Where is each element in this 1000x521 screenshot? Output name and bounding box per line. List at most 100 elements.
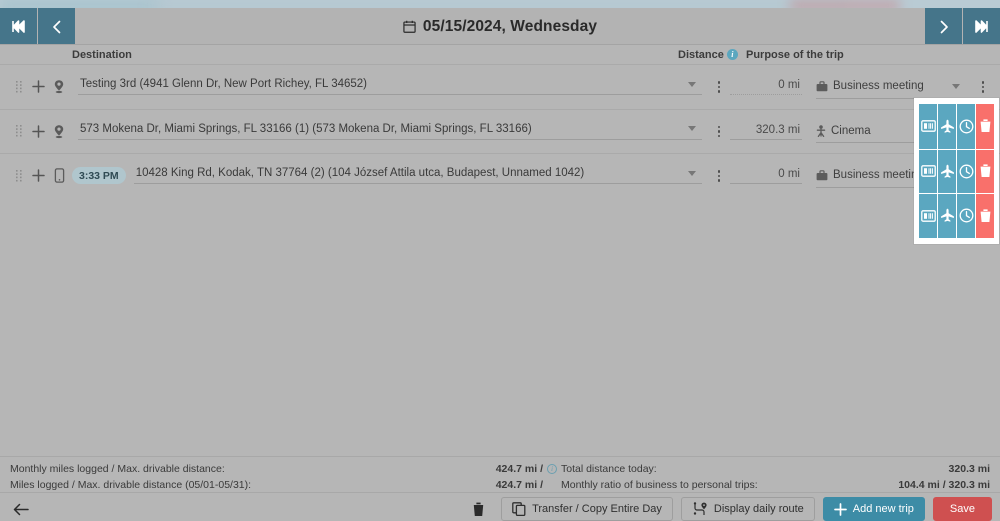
destination-field-wrapper: [78, 119, 702, 143]
location-pin-icon[interactable]: [48, 124, 70, 139]
distance-info-icon[interactable]: i: [726, 49, 738, 60]
last-day-icon: [974, 20, 989, 33]
destination-input[interactable]: [78, 122, 702, 140]
business-ratio-label: Monthly ratio of business to personal tr…: [561, 478, 758, 491]
drag-handle-icon[interactable]: [12, 80, 26, 94]
distance-cell: [730, 120, 802, 142]
purpose-dropdown-caret-icon[interactable]: [952, 83, 960, 89]
previous-day-button[interactable]: [38, 8, 75, 45]
table-row: 3:33 PM Business meeting: [0, 153, 1000, 198]
add-row-button[interactable]: [28, 169, 48, 182]
summary-info-glyph: i: [547, 463, 557, 474]
trip-log-dialog: 05/15/2024, Wednesday Destination Distan…: [0, 8, 1000, 521]
copy-icon: [512, 502, 526, 516]
monthly-miles-value: 424.7 mi /: [495, 462, 543, 475]
briefcase-icon: [816, 169, 828, 181]
receipt-card-icon[interactable]: [919, 149, 938, 193]
add-row-button[interactable]: [28, 80, 48, 93]
plus-icon: [833, 502, 847, 516]
destination-field-wrapper: [133, 164, 702, 188]
distance-input[interactable]: [730, 78, 802, 96]
total-distance-value: 320.3 mi: [948, 462, 990, 475]
column-header-row: Destination Distance i Purpose of the tri…: [0, 45, 1000, 64]
chevron-right-icon: [938, 20, 950, 34]
transfer-copy-day-label: Transfer / Copy Entire Day: [532, 503, 662, 515]
destination-field-wrapper: [78, 75, 702, 99]
business-ratio-value: 104.4 mi / 320.3 mi: [898, 478, 990, 491]
first-day-icon: [11, 20, 26, 33]
period-miles-value: 424.7 mi /: [495, 478, 543, 491]
receipt-card-icon[interactable]: [919, 194, 938, 238]
transfer-copy-day-button[interactable]: Transfer / Copy Entire Day: [501, 497, 673, 521]
calendar-icon: [403, 20, 416, 33]
distance-input[interactable]: [730, 122, 802, 140]
trip-rows: Business meeting: [0, 64, 1000, 244]
route-icon: [692, 502, 708, 516]
airplane-icon[interactable]: [938, 194, 957, 238]
briefcase-icon: [816, 80, 828, 92]
column-header-distance-label: Distance: [678, 49, 724, 61]
clock-icon[interactable]: [957, 149, 976, 193]
purpose-select[interactable]: Business meeting: [816, 75, 964, 99]
destination-more-options-button[interactable]: [708, 170, 730, 182]
total-distance-label: Total distance today:: [561, 462, 657, 475]
airplane-icon[interactable]: [938, 104, 957, 149]
row-more-options-button[interactable]: [972, 81, 994, 93]
period-miles-label: Miles logged / Max. drivable distance (0…: [10, 478, 252, 491]
table-row: Cinema: [0, 108, 1000, 154]
clock-icon[interactable]: [957, 194, 976, 238]
first-day-button[interactable]: [0, 8, 37, 45]
chevron-left-icon: [51, 20, 63, 34]
row-actions-panel: [914, 98, 999, 244]
distance-cell: [730, 76, 802, 98]
drag-handle-icon[interactable]: [12, 169, 26, 183]
phone-icon[interactable]: [48, 168, 70, 183]
airplane-icon[interactable]: [938, 149, 957, 193]
receipt-card-icon[interactable]: [919, 104, 938, 149]
summary-panel: Monthly miles logged / Max. drivable dis…: [0, 455, 1000, 493]
destination-input[interactable]: [133, 167, 702, 185]
next-day-button[interactable]: [925, 8, 962, 45]
delete-day-button[interactable]: [463, 502, 493, 517]
drag-handle-icon[interactable]: [12, 124, 26, 138]
distance-cell: [730, 165, 802, 187]
destination-dropdown-caret-icon[interactable]: [688, 81, 696, 87]
add-new-trip-label: Add new trip: [852, 503, 914, 515]
column-header-distance: Distance i: [678, 49, 738, 61]
destination-more-options-button[interactable]: [708, 125, 730, 137]
save-button-label: Save: [949, 503, 975, 515]
column-header-purpose: Purpose of the trip: [746, 49, 844, 61]
add-row-button[interactable]: [28, 125, 48, 138]
row-actions: [919, 193, 994, 238]
location-pin-icon[interactable]: [48, 79, 70, 94]
trash-icon[interactable]: [976, 149, 994, 193]
last-day-button[interactable]: [963, 8, 1000, 45]
destination-dropdown-caret-icon[interactable]: [688, 170, 696, 176]
purpose-label: Business meeting: [833, 80, 924, 93]
table-row: Business meeting: [0, 64, 1000, 109]
summary-line-period: Miles logged / Max. drivable distance (0…: [10, 477, 990, 493]
trash-icon[interactable]: [976, 194, 994, 238]
row-actions: [919, 104, 994, 149]
row-actions: [919, 148, 994, 193]
destination-dropdown-caret-icon[interactable]: [688, 126, 696, 132]
destination-input[interactable]: [78, 78, 702, 96]
monthly-miles-label: Monthly miles logged / Max. drivable dis…: [10, 462, 225, 475]
display-daily-route-button[interactable]: Display daily route: [680, 497, 815, 521]
save-button[interactable]: Save: [932, 497, 992, 521]
summary-line-monthly: Monthly miles logged / Max. drivable dis…: [10, 461, 990, 477]
empty-trip-area: [0, 197, 1000, 456]
add-new-trip-button[interactable]: Add new trip: [822, 497, 925, 521]
dialog-header: 05/15/2024, Wednesday: [0, 8, 1000, 45]
destination-more-options-button[interactable]: [708, 81, 730, 93]
display-daily-route-label: Display daily route: [713, 503, 804, 515]
summary-info-icon[interactable]: i: [543, 463, 561, 474]
bottom-toolbar: Transfer / Copy Entire Day Display daily…: [0, 491, 1000, 521]
page-title-text: 05/15/2024, Wednesday: [422, 17, 598, 35]
trash-icon[interactable]: [976, 104, 994, 149]
column-header-destination: Destination: [72, 49, 132, 61]
trip-time-chip[interactable]: 3:33 PM: [72, 167, 126, 185]
distance-input[interactable]: [730, 167, 802, 185]
back-arrow-icon[interactable]: [8, 503, 34, 516]
clock-icon[interactable]: [957, 104, 976, 149]
